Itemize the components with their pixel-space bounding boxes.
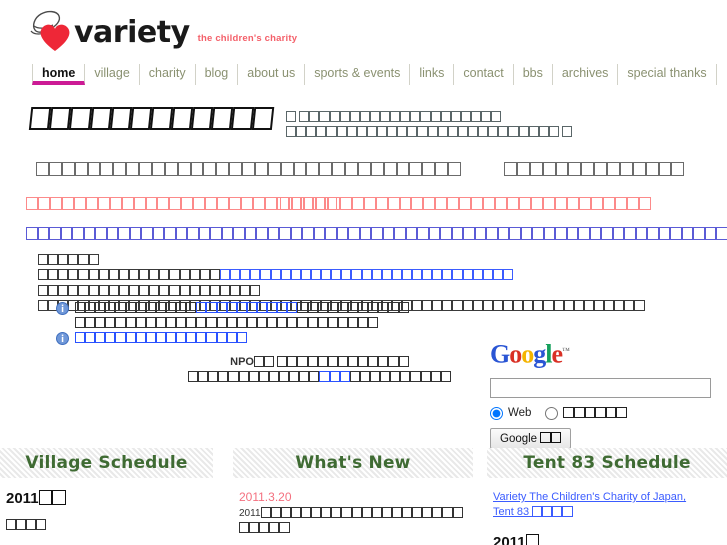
column-village-schedule: Village Schedule 2011	[0, 448, 213, 545]
radio-web[interactable]: Web	[490, 406, 532, 420]
tent83-link[interactable]: Variety The Children's Charity of Japan,…	[493, 490, 721, 520]
radio-site-input[interactable]	[545, 406, 559, 420]
nav-item-special-thanks[interactable]: special thanks	[618, 64, 717, 85]
hero-intro-text	[286, 110, 573, 140]
google-logo-letter: g	[533, 339, 546, 369]
hero-gray-line-right	[504, 161, 685, 177]
info-link[interactable]	[75, 331, 247, 346]
paragraph-line-2	[38, 269, 727, 300]
radio-site[interactable]	[545, 406, 627, 420]
news-date: 2011.3.20	[239, 490, 292, 504]
info-text	[75, 301, 197, 316]
site-header: variety the children's charity	[0, 0, 727, 58]
info-link[interactable]	[246, 317, 369, 330]
search-scope-radios: Web	[490, 406, 712, 420]
nav-item-home[interactable]: home	[32, 64, 86, 85]
info-link[interactable]	[196, 301, 298, 316]
page-root: variety the children's charity home villa…	[0, 0, 727, 545]
info-list	[56, 301, 409, 347]
info-list-item	[56, 331, 409, 346]
whats-new-heading: What's New	[233, 448, 473, 478]
nav-item-links[interactable]: links	[410, 64, 455, 85]
info-text	[75, 317, 247, 330]
nav-item-charity[interactable]: charity	[140, 64, 196, 85]
nav-item-archives[interactable]: archives	[553, 64, 619, 85]
google-logo-letter: o	[509, 339, 522, 369]
hero-blue-link[interactable]	[26, 227, 727, 241]
google-logo-letter: G	[490, 339, 510, 369]
village-schedule-heading: Village Schedule	[0, 448, 213, 478]
google-search-widget: Google™ Web Google	[490, 338, 712, 449]
main-navigation[interactable]: home village charity blog about us sports & e…	[32, 64, 717, 85]
trademark-symbol: ™	[562, 346, 570, 355]
google-logo: Google™	[490, 338, 712, 368]
column-tent83-schedule: Tent 83 Schedule Variety The Children's …	[487, 448, 727, 545]
npo-line-2	[188, 370, 451, 385]
nav-item-blog[interactable]: blog	[196, 64, 239, 85]
npo-prefix: NPO	[230, 356, 254, 368]
site-logo[interactable]: variety the children's charity	[28, 10, 297, 52]
village-schedule-year: 2011	[6, 490, 207, 507]
npo-inline-link[interactable]	[319, 370, 350, 383]
nav-item-about-us[interactable]: about us	[238, 64, 306, 85]
google-search-button[interactable]: Google	[490, 427, 572, 449]
info-list-item	[75, 317, 379, 332]
hero-japanese-title	[28, 106, 275, 132]
column-whats-new: What's New 2011.3.2020112011.2.6	[233, 448, 473, 545]
radio-site-label	[563, 406, 627, 420]
info-circle-icon	[56, 332, 69, 345]
nav-item-sports-events[interactable]: sports & events	[305, 64, 411, 85]
google-logo-letter: o	[521, 339, 534, 369]
bottom-columns: Village Schedule 2011 What's New 2011.3.…	[0, 448, 727, 545]
npo-line-1: NPO	[188, 355, 451, 370]
tent83-schedule-heading: Tent 83 Schedule	[487, 448, 727, 478]
paragraph-heading	[38, 253, 727, 269]
village-schedule-item	[6, 519, 207, 531]
news-text: 2011	[239, 506, 467, 535]
nav-item-bbs[interactable]: bbs	[514, 64, 553, 85]
hero-gray-line-left	[36, 161, 461, 177]
paragraph-inline-link[interactable]	[219, 269, 514, 282]
tent83-year: 2011	[493, 534, 721, 545]
info-list-item	[56, 301, 409, 316]
hero-pink-line-right	[280, 196, 651, 211]
logo-wordmark: variety	[74, 15, 190, 50]
search-button-prefix: Google	[500, 432, 541, 445]
nav-item-contact[interactable]: contact	[454, 64, 514, 85]
radio-web-input[interactable]	[490, 406, 503, 420]
info-circle-icon	[56, 302, 69, 315]
search-input[interactable]	[490, 377, 711, 398]
logo-tagline: the children's charity	[197, 33, 298, 44]
npo-block: NPO	[188, 355, 451, 385]
radio-web-label: Web	[508, 407, 532, 420]
google-logo-letter: e	[551, 339, 563, 369]
nav-item-village[interactable]: village	[85, 64, 140, 85]
tophat-heart-icon	[28, 10, 76, 52]
